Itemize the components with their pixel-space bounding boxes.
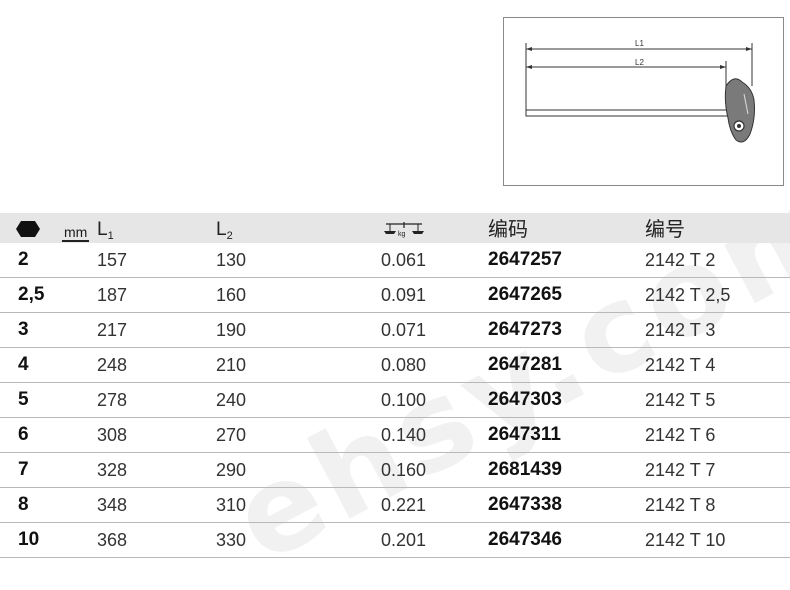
code-cell: 2647311 <box>488 424 561 445</box>
l2-cell: 290 <box>216 460 247 480</box>
size-cell: 4 <box>18 354 29 375</box>
weight-cell: 0.160 <box>381 460 427 480</box>
size-cell: 2,5 <box>18 284 45 305</box>
tool-diagram: L1 L2 <box>503 17 784 186</box>
code-cell: 2647265 <box>488 284 562 305</box>
weight-cell: 0.071 <box>381 320 427 340</box>
l2-cell: 160 <box>216 285 247 305</box>
l2-cell: 240 <box>216 390 247 410</box>
l1-cell: 217 <box>97 320 128 340</box>
number-cell: 2142 T 2,5 <box>645 285 731 305</box>
size-cell: 6 <box>18 424 29 445</box>
code-header: 编码 <box>488 219 528 241</box>
number-cell: 2142 T 5 <box>645 390 716 410</box>
dimension-l1-label: L1 <box>635 39 644 48</box>
table-row: 3 217 190 0.071 2647273 2142 T 3 <box>0 313 790 348</box>
weight-cell: 0.080 <box>381 355 427 375</box>
code-cell: 2647346 <box>488 529 562 550</box>
code-cell: 2647257 <box>488 249 562 270</box>
l2-header-main: L <box>216 219 227 240</box>
t-handle-hex-key-drawing: L1 L2 <box>525 39 755 143</box>
size-cell: 3 <box>18 319 29 340</box>
table-row: 2 157 130 0.061 2647257 2142 T 2 <box>0 243 790 278</box>
table-row: 7 328 290 0.160 2681439 2142 T 7 <box>0 453 790 488</box>
table-row: 8 348 310 0.221 2647338 2142 T 8 <box>0 488 790 523</box>
number-cell: 2142 T 7 <box>645 460 716 480</box>
code-cell: 2647303 <box>488 389 562 410</box>
l1-cell: 157 <box>97 250 128 270</box>
code-cell: 2647273 <box>488 319 562 340</box>
weight-scale-icon: kg <box>384 222 424 238</box>
weight-cell: 0.091 <box>381 285 427 305</box>
weight-cell: 0.140 <box>381 425 427 445</box>
l2-cell: 130 <box>216 250 247 270</box>
weight-unit-label: kg <box>398 231 406 238</box>
code-cell: 2647281 <box>488 354 562 375</box>
l1-cell: 348 <box>97 495 128 515</box>
l2-cell: 190 <box>216 320 247 340</box>
size-cell: 7 <box>18 459 29 480</box>
number-cell: 2142 T 6 <box>645 425 716 445</box>
l2-cell: 210 <box>216 355 247 375</box>
number-cell: 2142 T 8 <box>645 495 716 515</box>
table-row: 5 278 240 0.100 2647303 2142 T 5 <box>0 383 790 418</box>
weight-cell: 0.221 <box>381 495 427 515</box>
weight-cell: 0.100 <box>381 390 427 410</box>
l1-cell: 368 <box>97 530 128 550</box>
l1-cell: 308 <box>97 425 128 445</box>
number-cell: 2142 T 2 <box>645 250 716 270</box>
size-cell: 5 <box>18 389 29 410</box>
number-header: 编号 <box>645 219 685 241</box>
table-row: 4 248 210 0.080 2647281 2142 T 4 <box>0 348 790 383</box>
l1-cell: 248 <box>97 355 128 375</box>
number-cell: 2142 T 10 <box>645 530 726 550</box>
code-cell: 2647338 <box>488 494 562 515</box>
l1-cell: 278 <box>97 390 128 410</box>
hexagon-icon <box>16 221 40 237</box>
table-row: 6 308 270 0.140 2647311 2142 T 6 <box>0 418 790 453</box>
l1-cell: 187 <box>97 285 128 305</box>
l2-cell: 310 <box>216 495 247 515</box>
size-cell: 2 <box>18 249 29 270</box>
l2-header-sub: 2 <box>226 230 233 242</box>
l2-header: L2 <box>216 213 233 243</box>
dimension-l2-label: L2 <box>635 58 644 67</box>
l2-cell: 330 <box>216 530 247 550</box>
l1-header: L1 <box>97 213 114 243</box>
hex-size-header: mm <box>16 220 90 242</box>
table-row: 2,5 187 160 0.091 2647265 2142 T 2,5 <box>0 278 790 313</box>
number-cell: 2142 T 4 <box>645 355 716 375</box>
table-row: 10 368 330 0.201 2647346 2142 T 10 <box>0 523 790 558</box>
number-cell: 2142 T 3 <box>645 320 716 340</box>
size-cell: 10 <box>18 529 40 550</box>
weight-cell: 0.201 <box>381 530 427 550</box>
weight-cell: 0.061 <box>381 250 427 270</box>
size-cell: 8 <box>18 494 29 515</box>
code-cell: 2681439 <box>488 459 562 480</box>
l2-cell: 270 <box>216 425 247 445</box>
size-unit-label: mm <box>62 224 90 242</box>
l1-header-sub: 1 <box>107 230 114 242</box>
l1-cell: 328 <box>97 460 128 480</box>
l1-header-main: L <box>97 219 108 240</box>
